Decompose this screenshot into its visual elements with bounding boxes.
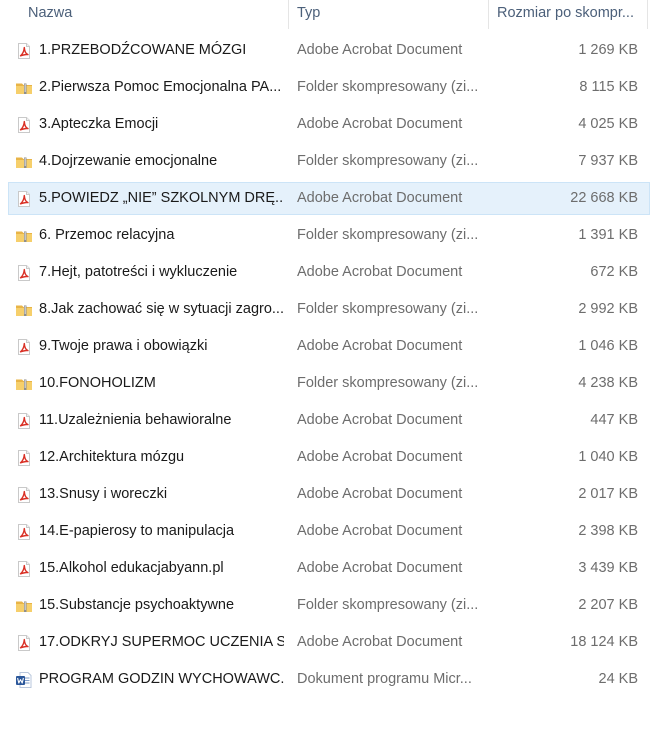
file-type: Folder skompresowany (zi... bbox=[297, 227, 479, 243]
file-name: 14.E-papierosy to manipulacja bbox=[39, 523, 235, 539]
file-name: 2.Pierwsza Pomoc Emocjonalna PA... bbox=[39, 79, 282, 95]
file-type: Folder skompresowany (zi... bbox=[297, 597, 479, 613]
file-row[interactable]: 17.ODKRYJ SUPERMOC UCZENIA SI... Adobe Ac… bbox=[0, 626, 652, 663]
file-compressed-size: 4 238 KB bbox=[578, 375, 638, 391]
file-row[interactable]: 13.Snusy i woreczki Adobe Acrobat Documen… bbox=[0, 478, 652, 515]
file-row[interactable]: 15.Alkohol edukacjabyann.pl Adobe Acrobat… bbox=[0, 552, 652, 589]
file-type: Folder skompresowany (zi... bbox=[297, 301, 479, 317]
file-compressed-size: 1 269 KB bbox=[578, 42, 638, 58]
file-row[interactable]: 1.PRZEBODŹCOWANE MÓZGI Adobe Acrobat Docu… bbox=[0, 34, 652, 71]
zip-folder-icon bbox=[15, 375, 33, 393]
file-type: Adobe Acrobat Document bbox=[297, 560, 463, 576]
pdf-icon bbox=[15, 486, 33, 504]
file-type: Adobe Acrobat Document bbox=[297, 42, 463, 58]
word-icon bbox=[15, 671, 33, 689]
column-header-name[interactable]: Nazwa bbox=[28, 0, 278, 29]
column-header-row: Nazwa Typ Rozmiar po skompr... bbox=[0, 0, 652, 29]
file-type: Adobe Acrobat Document bbox=[297, 264, 463, 280]
file-row[interactable]: 5.POWIEDZ „NIE” SZKOLNYM DRĘ... Adobe Acr… bbox=[0, 182, 652, 219]
file-compressed-size: 18 124 KB bbox=[570, 634, 638, 650]
file-compressed-size: 2 992 KB bbox=[578, 301, 638, 317]
pdf-icon bbox=[15, 634, 33, 652]
file-type: Adobe Acrobat Document bbox=[297, 449, 463, 465]
file-type: Adobe Acrobat Document bbox=[297, 190, 463, 206]
file-compressed-size: 7 937 KB bbox=[578, 153, 638, 169]
file-row[interactable]: 9.Twoje prawa i obowiązki Adobe Acrobat D… bbox=[0, 330, 652, 367]
file-row[interactable]: 12.Architektura mózgu Adobe Acrobat Docum… bbox=[0, 441, 652, 478]
file-row[interactable]: 11.Uzależnienia behawioralne Adobe Acroba… bbox=[0, 404, 652, 441]
file-name: 4.Dojrzewanie emocjonalne bbox=[39, 153, 218, 169]
zip-folder-icon bbox=[15, 153, 33, 171]
file-name: 7.Hejt, patotreści i wykluczenie bbox=[39, 264, 238, 280]
file-name: 3.Apteczka Emocji bbox=[39, 116, 159, 132]
file-type: Adobe Acrobat Document bbox=[297, 116, 463, 132]
file-row[interactable]: 10.FONOHOLIZM Folder skompresowany (zi...… bbox=[0, 367, 652, 404]
file-compressed-size: 4 025 KB bbox=[578, 116, 638, 132]
file-row[interactable]: 15.Substancje psychoaktywne Folder skompr… bbox=[0, 589, 652, 626]
file-row[interactable]: PROGRAM GODZIN WYCHOWAWC... Dokument prog… bbox=[0, 663, 652, 700]
file-compressed-size: 1 040 KB bbox=[578, 449, 638, 465]
column-divider[interactable] bbox=[647, 0, 648, 29]
pdf-icon bbox=[15, 264, 33, 282]
file-compressed-size: 24 KB bbox=[598, 671, 639, 687]
pdf-icon bbox=[15, 449, 33, 467]
file-compressed-size: 3 439 KB bbox=[578, 560, 638, 576]
zip-folder-icon bbox=[15, 597, 33, 615]
zip-folder-icon bbox=[15, 301, 33, 319]
file-name: PROGRAM GODZIN WYCHOWAWC... bbox=[39, 671, 284, 687]
file-name: 5.POWIEDZ „NIE” SZKOLNYM DRĘ... bbox=[39, 190, 284, 206]
file-name: 8.Jak zachować się w sytuacji zagro... bbox=[39, 301, 284, 317]
file-row[interactable]: 14.E-papierosy to manipulacja Adobe Acrob… bbox=[0, 515, 652, 552]
file-compressed-size: 447 KB bbox=[590, 412, 638, 428]
file-name: 10.FONOHOLIZM bbox=[39, 375, 156, 391]
file-compressed-size: 672 KB bbox=[590, 264, 638, 280]
zip-folder-icon bbox=[15, 227, 33, 245]
file-type: Adobe Acrobat Document bbox=[297, 338, 463, 354]
file-row[interactable]: 3.Apteczka Emocji Adobe Acrobat Document 4… bbox=[0, 108, 652, 145]
file-compressed-size: 1 391 KB bbox=[578, 227, 638, 243]
file-list: 1.PRZEBODŹCOWANE MÓZGI Adobe Acrobat Docu… bbox=[0, 34, 652, 700]
file-compressed-size: 22 668 KB bbox=[570, 190, 638, 206]
file-name: 13.Snusy i woreczki bbox=[39, 486, 168, 502]
file-type: Folder skompresowany (zi... bbox=[297, 375, 479, 391]
file-compressed-size: 2 017 KB bbox=[578, 486, 638, 502]
column-divider[interactable] bbox=[288, 0, 289, 29]
column-header-type[interactable]: Typ bbox=[297, 0, 477, 29]
file-name: 15.Alkohol edukacjabyann.pl bbox=[39, 560, 224, 576]
file-name: 9.Twoje prawa i obowiązki bbox=[39, 338, 208, 354]
column-divider[interactable] bbox=[488, 0, 489, 29]
file-name: 12.Architektura mózgu bbox=[39, 449, 185, 465]
zip-folder-icon bbox=[15, 79, 33, 97]
file-type: Adobe Acrobat Document bbox=[297, 523, 463, 539]
file-compressed-size: 1 046 KB bbox=[578, 338, 638, 354]
column-header-compressed-size[interactable]: Rozmiar po skompr... bbox=[497, 0, 647, 29]
pdf-icon bbox=[15, 190, 33, 208]
file-name: 15.Substancje psychoaktywne bbox=[39, 597, 235, 613]
file-compressed-size: 8 115 KB bbox=[579, 79, 638, 95]
file-type: Adobe Acrobat Document bbox=[297, 412, 463, 428]
pdf-icon bbox=[15, 412, 33, 430]
file-compressed-size: 2 207 KB bbox=[578, 597, 638, 613]
pdf-icon bbox=[15, 338, 33, 356]
file-name: 6. Przemoc relacyjna bbox=[39, 227, 175, 243]
file-name: 1.PRZEBODŹCOWANE MÓZGI bbox=[39, 42, 247, 58]
file-name: 17.ODKRYJ SUPERMOC UCZENIA SI... bbox=[39, 634, 284, 650]
pdf-icon bbox=[15, 523, 33, 541]
file-row[interactable]: 6. Przemoc relacyjna Folder skompresowany… bbox=[0, 219, 652, 256]
pdf-icon bbox=[15, 560, 33, 578]
file-name: 11.Uzależnienia behawioralne bbox=[39, 412, 232, 428]
file-type: Adobe Acrobat Document bbox=[297, 486, 463, 502]
pdf-icon bbox=[15, 42, 33, 60]
file-type: Folder skompresowany (zi... bbox=[297, 153, 479, 169]
file-type: Adobe Acrobat Document bbox=[297, 634, 463, 650]
file-row[interactable]: 4.Dojrzewanie emocjonalne Folder skompres… bbox=[0, 145, 652, 182]
file-type: Folder skompresowany (zi... bbox=[297, 79, 479, 95]
file-row[interactable]: 7.Hejt, patotreści i wykluczenie Adobe Ac… bbox=[0, 256, 652, 293]
pdf-icon bbox=[15, 116, 33, 134]
file-row[interactable]: 8.Jak zachować się w sytuacji zagro... Fo… bbox=[0, 293, 652, 330]
file-type: Dokument programu Micr... bbox=[297, 671, 472, 687]
file-compressed-size: 2 398 KB bbox=[578, 523, 638, 539]
file-row[interactable]: 2.Pierwsza Pomoc Emocjonalna PA... Folder… bbox=[0, 71, 652, 108]
